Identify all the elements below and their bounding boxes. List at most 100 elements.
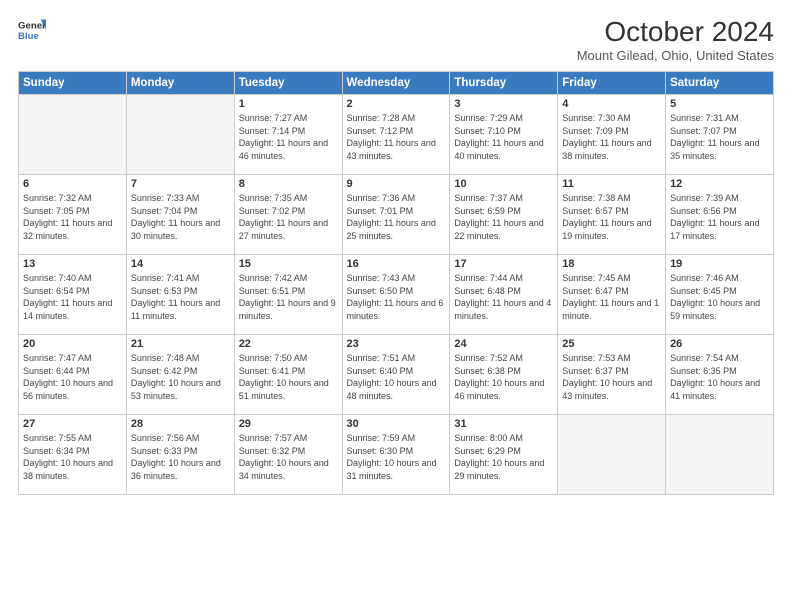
- calendar-cell: 19 Sunrise: 7:46 AM Sunset: 6:45 PM Dayli…: [666, 255, 774, 335]
- day-number: 11: [562, 178, 661, 190]
- week-row-4: 20 Sunrise: 7:47 AM Sunset: 6:44 PM Dayli…: [19, 335, 774, 415]
- day-number: 10: [454, 178, 553, 190]
- calendar-cell: 25 Sunrise: 7:53 AM Sunset: 6:37 PM Dayli…: [558, 335, 666, 415]
- day-number: 19: [670, 258, 769, 270]
- weekday-header-row: SundayMondayTuesdayWednesdayThursdayFrid…: [19, 72, 774, 95]
- day-info: Sunrise: 7:45 AM Sunset: 6:47 PM Dayligh…: [562, 272, 661, 322]
- day-info: Sunrise: 7:28 AM Sunset: 7:12 PM Dayligh…: [347, 112, 446, 162]
- subtitle: Mount Gilead, Ohio, United States: [577, 48, 774, 63]
- day-number: 5: [670, 98, 769, 110]
- day-info: Sunrise: 7:57 AM Sunset: 6:32 PM Dayligh…: [239, 432, 338, 482]
- day-number: 16: [347, 258, 446, 270]
- day-info: Sunrise: 7:47 AM Sunset: 6:44 PM Dayligh…: [23, 352, 122, 402]
- calendar-cell: 23 Sunrise: 7:51 AM Sunset: 6:40 PM Dayli…: [342, 335, 450, 415]
- calendar-cell: 14Sunrise: 7:41 AM Sunset: 6:53 PM Dayli…: [126, 255, 234, 335]
- weekday-header-thursday: Thursday: [450, 72, 558, 95]
- day-info: Sunrise: 7:59 AM Sunset: 6:30 PM Dayligh…: [347, 432, 446, 482]
- day-info: Sunrise: 7:40 AM Sunset: 6:54 PM Dayligh…: [23, 272, 122, 322]
- weekday-header-sunday: Sunday: [19, 72, 127, 95]
- day-info: Sunrise: 7:29 AM Sunset: 7:10 PM Dayligh…: [454, 112, 553, 162]
- calendar-cell: 29 Sunrise: 7:57 AM Sunset: 6:32 PM Dayli…: [234, 415, 342, 495]
- day-info: Sunrise: 7:41 AM Sunset: 6:53 PM Dayligh…: [131, 272, 230, 322]
- main-title: October 2024: [577, 16, 774, 48]
- svg-text:General: General: [18, 20, 46, 31]
- day-info: Sunrise: 7:35 AM Sunset: 7:02 PM Dayligh…: [239, 192, 338, 242]
- calendar-cell: [666, 415, 774, 495]
- calendar-cell: 6 Sunrise: 7:32 AM Sunset: 7:05 PM Daylig…: [19, 175, 127, 255]
- logo-icon: General Blue: [18, 16, 46, 44]
- day-info: Sunrise: 7:56 AM Sunset: 6:33 PM Dayligh…: [131, 432, 230, 482]
- calendar-cell: 22 Sunrise: 7:50 AM Sunset: 6:41 PM Dayli…: [234, 335, 342, 415]
- calendar-cell: [19, 95, 127, 175]
- calendar-cell: 16 Sunrise: 7:43 AM Sunset: 6:50 PM Dayli…: [342, 255, 450, 335]
- page: General Blue October 2024 Mount Gilead, …: [0, 0, 792, 612]
- day-number: 7: [131, 178, 230, 190]
- day-info: Sunrise: 7:52 AM Sunset: 6:38 PM Dayligh…: [454, 352, 553, 402]
- day-number: 12: [670, 178, 769, 190]
- calendar: SundayMondayTuesdayWednesdayThursdayFrid…: [18, 71, 774, 495]
- calendar-cell: 12 Sunrise: 7:39 AM Sunset: 6:56 PM Dayli…: [666, 175, 774, 255]
- day-number: 20: [23, 338, 122, 350]
- day-number: 2: [347, 98, 446, 110]
- day-number: 30: [347, 418, 446, 430]
- logo: General Blue: [18, 16, 46, 44]
- calendar-cell: [558, 415, 666, 495]
- calendar-cell: 17Sunrise: 7:44 AM Sunset: 6:48 PM Dayli…: [450, 255, 558, 335]
- day-info: Sunrise: 7:36 AM Sunset: 7:01 PM Dayligh…: [347, 192, 446, 242]
- day-info: Sunrise: 7:32 AM Sunset: 7:05 PM Dayligh…: [23, 192, 122, 242]
- week-row-3: 13 Sunrise: 7:40 AM Sunset: 6:54 PM Dayli…: [19, 255, 774, 335]
- day-number: 25: [562, 338, 661, 350]
- calendar-cell: 9 Sunrise: 7:36 AM Sunset: 7:01 PM Daylig…: [342, 175, 450, 255]
- day-info: Sunrise: 8:00 AM Sunset: 6:29 PM Dayligh…: [454, 432, 553, 482]
- weekday-header-monday: Monday: [126, 72, 234, 95]
- weekday-header-friday: Friday: [558, 72, 666, 95]
- day-number: 24: [454, 338, 553, 350]
- day-info: Sunrise: 7:42 AM Sunset: 6:51 PM Dayligh…: [239, 272, 338, 322]
- day-number: 26: [670, 338, 769, 350]
- day-info: Sunrise: 7:39 AM Sunset: 6:56 PM Dayligh…: [670, 192, 769, 242]
- day-info: Sunrise: 7:37 AM Sunset: 6:59 PM Dayligh…: [454, 192, 553, 242]
- day-info: Sunrise: 7:48 AM Sunset: 6:42 PM Dayligh…: [131, 352, 230, 402]
- week-row-2: 6 Sunrise: 7:32 AM Sunset: 7:05 PM Daylig…: [19, 175, 774, 255]
- day-number: 18: [562, 258, 661, 270]
- weekday-header-tuesday: Tuesday: [234, 72, 342, 95]
- calendar-cell: 13 Sunrise: 7:40 AM Sunset: 6:54 PM Dayli…: [19, 255, 127, 335]
- calendar-cell: 1 Sunrise: 7:27 AM Sunset: 7:14 PM Daylig…: [234, 95, 342, 175]
- calendar-cell: 10 Sunrise: 7:37 AM Sunset: 6:59 PM Dayli…: [450, 175, 558, 255]
- calendar-cell: 21Sunrise: 7:48 AM Sunset: 6:42 PM Dayli…: [126, 335, 234, 415]
- day-number: 15: [239, 258, 338, 270]
- calendar-cell: 3Sunrise: 7:29 AM Sunset: 7:10 PM Daylig…: [450, 95, 558, 175]
- day-number: 1: [239, 98, 338, 110]
- day-info: Sunrise: 7:31 AM Sunset: 7:07 PM Dayligh…: [670, 112, 769, 162]
- day-number: 29: [239, 418, 338, 430]
- day-info: Sunrise: 7:46 AM Sunset: 6:45 PM Dayligh…: [670, 272, 769, 322]
- day-info: Sunrise: 7:54 AM Sunset: 6:35 PM Dayligh…: [670, 352, 769, 402]
- day-info: Sunrise: 7:55 AM Sunset: 6:34 PM Dayligh…: [23, 432, 122, 482]
- calendar-cell: 20 Sunrise: 7:47 AM Sunset: 6:44 PM Dayli…: [19, 335, 127, 415]
- day-info: Sunrise: 7:50 AM Sunset: 6:41 PM Dayligh…: [239, 352, 338, 402]
- week-row-1: 1 Sunrise: 7:27 AM Sunset: 7:14 PM Daylig…: [19, 95, 774, 175]
- calendar-cell: 4Sunrise: 7:30 AM Sunset: 7:09 PM Daylig…: [558, 95, 666, 175]
- day-info: Sunrise: 7:27 AM Sunset: 7:14 PM Dayligh…: [239, 112, 338, 162]
- day-info: Sunrise: 7:38 AM Sunset: 6:57 PM Dayligh…: [562, 192, 661, 242]
- calendar-cell: 31Sunrise: 8:00 AM Sunset: 6:29 PM Dayli…: [450, 415, 558, 495]
- calendar-cell: 18 Sunrise: 7:45 AM Sunset: 6:47 PM Dayli…: [558, 255, 666, 335]
- day-number: 17: [454, 258, 553, 270]
- calendar-cell: 26 Sunrise: 7:54 AM Sunset: 6:35 PM Dayli…: [666, 335, 774, 415]
- day-number: 13: [23, 258, 122, 270]
- day-number: 23: [347, 338, 446, 350]
- day-number: 9: [347, 178, 446, 190]
- svg-text:Blue: Blue: [18, 31, 39, 42]
- weekday-header-saturday: Saturday: [666, 72, 774, 95]
- day-info: Sunrise: 7:53 AM Sunset: 6:37 PM Dayligh…: [562, 352, 661, 402]
- day-number: 22: [239, 338, 338, 350]
- header: General Blue October 2024 Mount Gilead, …: [18, 16, 774, 63]
- day-number: 6: [23, 178, 122, 190]
- calendar-cell: 27Sunrise: 7:55 AM Sunset: 6:34 PM Dayli…: [19, 415, 127, 495]
- week-row-5: 27Sunrise: 7:55 AM Sunset: 6:34 PM Dayli…: [19, 415, 774, 495]
- calendar-cell: 8Sunrise: 7:35 AM Sunset: 7:02 PM Daylig…: [234, 175, 342, 255]
- day-info: Sunrise: 7:51 AM Sunset: 6:40 PM Dayligh…: [347, 352, 446, 402]
- calendar-cell: 15 Sunrise: 7:42 AM Sunset: 6:51 PM Dayli…: [234, 255, 342, 335]
- calendar-cell: 2 Sunrise: 7:28 AM Sunset: 7:12 PM Daylig…: [342, 95, 450, 175]
- day-info: Sunrise: 7:43 AM Sunset: 6:50 PM Dayligh…: [347, 272, 446, 322]
